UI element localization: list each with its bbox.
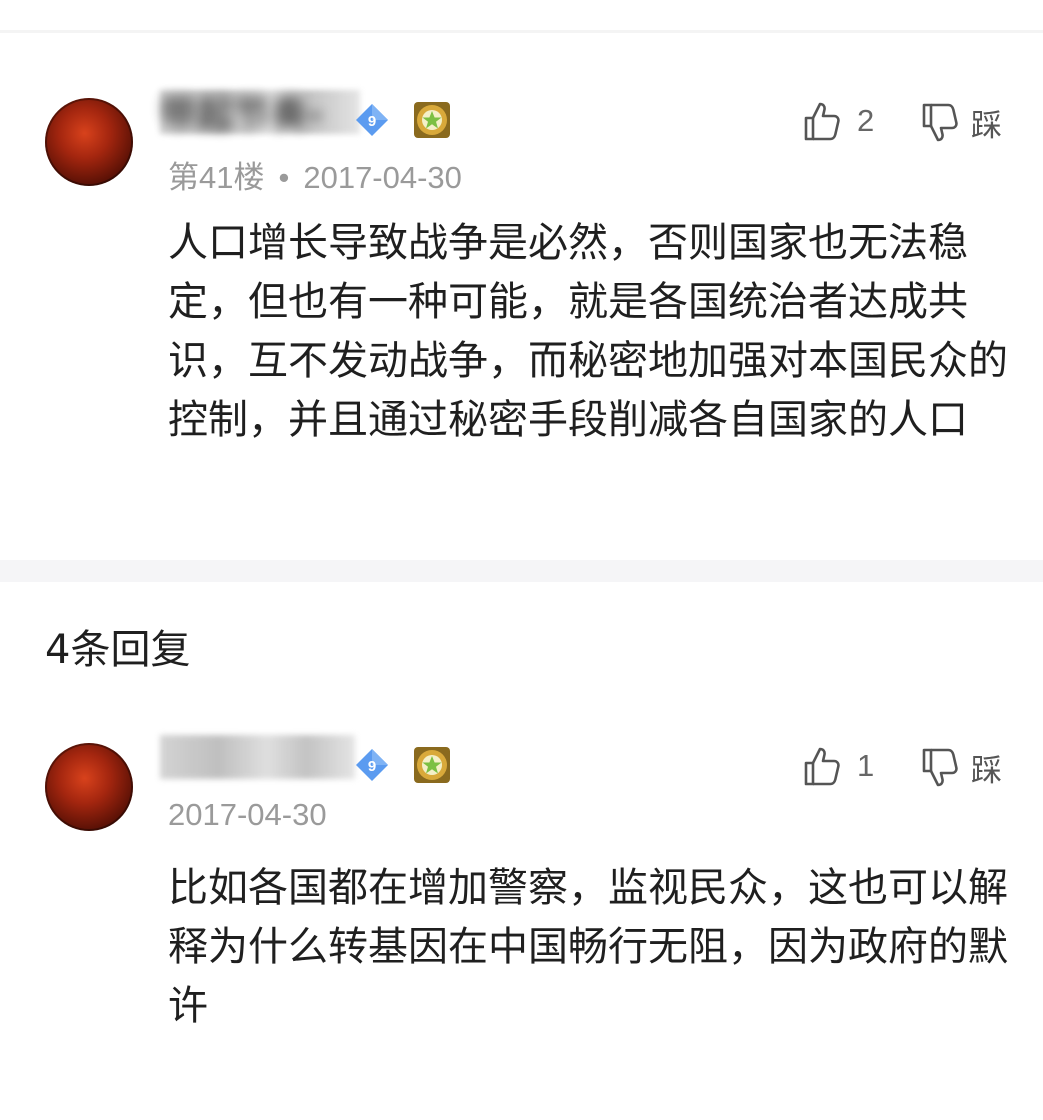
avatar[interactable]: [45, 743, 133, 831]
section-divider: [0, 560, 1043, 582]
diamond-level-icon: 9: [356, 749, 388, 781]
medal-badge-icon: [414, 747, 450, 783]
reply-content: 比如各国都在增加警察，监视民众，这也可以解释为什么转基因在中国畅行无阻，因为政府…: [168, 865, 1008, 1029]
thumbs-up-icon: [804, 747, 840, 786]
floor-label: 第41楼: [168, 160, 265, 195]
replies-header: 4条回复: [45, 627, 191, 673]
post-date: 2017-04-30: [303, 160, 462, 195]
reply-date: 2017-04-30: [168, 797, 327, 832]
dislike-button[interactable]: 踩: [921, 745, 1002, 790]
main-post: 带起节奏- 9 第41楼 • 2017-04-30 2 踩 人口增长导致战争是必…: [0, 80, 1043, 560]
avatar[interactable]: [45, 98, 133, 186]
thumbs-down-icon: [922, 748, 958, 786]
like-count: 1: [857, 748, 875, 783]
level-number: 9: [368, 113, 376, 130]
like-button[interactable]: 2: [803, 100, 874, 142]
reply-post: 9 2017-04-30 1 踩 比如各国都在增加警察，监视民众，这也可以解释为…: [0, 725, 1043, 1065]
medal-badge-icon: [414, 102, 450, 138]
dislike-label: 踩: [971, 108, 1002, 144]
meta-separator: •: [278, 160, 290, 195]
diamond-level-icon: 9: [356, 104, 388, 136]
username-redaction[interactable]: [160, 735, 355, 779]
like-count: 2: [857, 103, 875, 138]
post-meta: 第41楼 • 2017-04-30: [168, 152, 462, 197]
reply-meta: 2017-04-30: [168, 797, 327, 833]
like-button[interactable]: 1: [803, 745, 874, 787]
reply-actions: 1 踩: [803, 745, 1043, 795]
username[interactable]: 带起节奏-: [160, 85, 324, 137]
username-wrap[interactable]: 带起节奏-: [160, 85, 324, 137]
thumbs-up-icon: [804, 102, 840, 141]
dislike-button[interactable]: 踩: [921, 100, 1002, 145]
top-divider: [0, 30, 1043, 33]
post-actions: 2 踩: [803, 100, 1043, 150]
level-number: 9: [368, 758, 376, 775]
thumbs-down-icon: [922, 103, 958, 141]
dislike-label: 踩: [971, 753, 1002, 789]
post-content: 人口增长导致战争是必然，否则国家也无法稳定，但也有一种可能，就是各国统治者达成共…: [168, 220, 1008, 443]
